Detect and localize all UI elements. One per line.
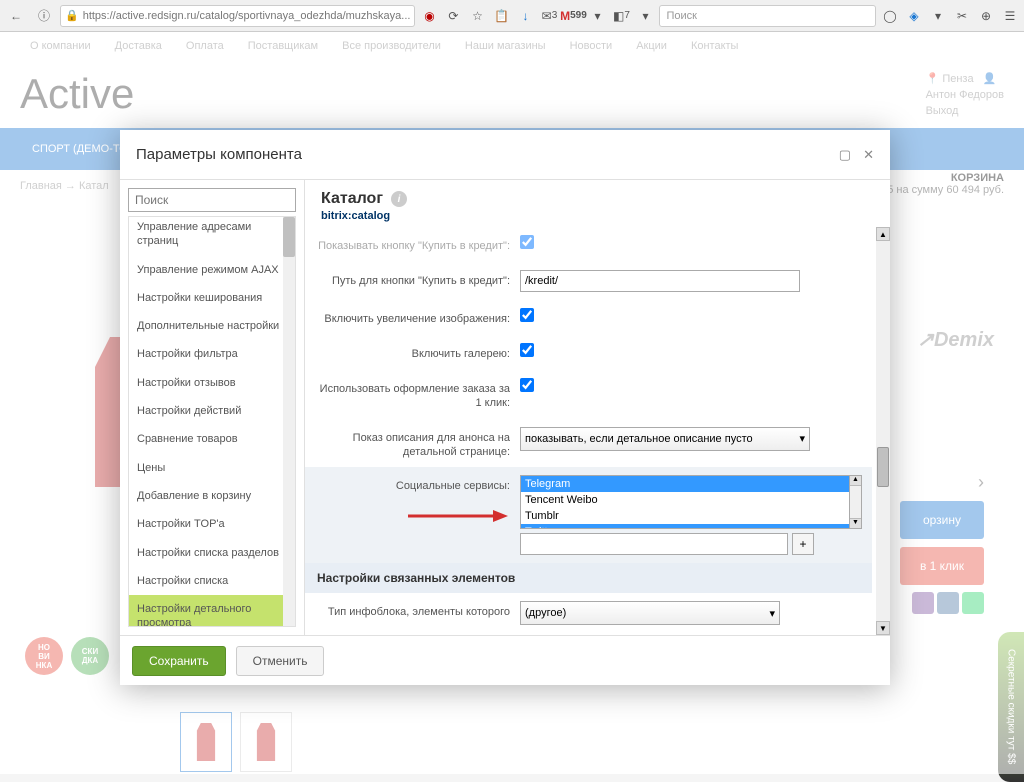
modal-footer: Сохранить Отменить [120,635,890,685]
browser-search[interactable]: Поиск [659,5,876,27]
credit-path-input[interactable] [520,270,800,292]
ublock-icon[interactable]: ◉ [419,6,439,26]
field-label: Включить галерею: [315,343,510,361]
option-telegram[interactable]: Telegram [521,476,849,492]
component-settings-modal: Параметры компонента ▢ ✕ Управление адре… [120,130,890,685]
option-tencent[interactable]: Tencent Weibo [521,492,849,508]
bookmark-icon[interactable]: ☆ [467,6,487,26]
anons-select[interactable]: показывать, если детальное описание пуст… [520,427,810,451]
sidebar-item[interactable]: Дополнительные настройки [129,312,295,340]
field-label: Показ описания для анонса на детальной с… [315,427,510,460]
sidebar-item[interactable]: Цены [129,454,295,482]
modal-content: Каталог i bitrix:catalog Показывать кноп… [305,180,890,635]
url-text: https://active.redsign.ru/catalog/sporti… [83,10,411,22]
sidebar-item[interactable]: Добавление в корзину [129,482,295,510]
field-label: Тип инфоблока, элементы которого [315,601,510,619]
multiselect-scrollbar[interactable]: ▲ ▼ [850,475,862,529]
modal-titlebar: Параметры компонента ▢ ✕ [120,130,890,180]
close-icon[interactable]: ✕ [863,147,874,163]
field-label: Включить увеличение изображения: [315,308,510,326]
cancel-button[interactable]: Отменить [236,646,325,676]
annotation-arrow [408,506,508,526]
download-icon[interactable]: ↓ [515,6,535,26]
maximize-icon[interactable]: ▢ [839,147,851,163]
sidebar-list: Управление адресами страниц Управление р… [128,216,296,627]
content-title: Каталог i [321,190,874,208]
credit-btn-checkbox[interactable] [520,235,534,249]
sidebar-item[interactable]: Управление адресами страниц [129,216,295,256]
field-label: Использовать оформление заказа за 1 клик… [315,378,510,411]
mail-icon[interactable]: ✉3 [539,6,559,26]
sidebar-item[interactable]: Управление режимом AJAX [129,256,295,284]
field-label: Показывать кнопку "Купить в кредит": [315,235,510,253]
sidebar-item[interactable]: Настройки фильтра [129,340,295,368]
sidebar-item[interactable]: Настройки TOP'а [129,510,295,538]
url-bar[interactable]: 🔒 https://active.redsign.ru/catalog/spor… [60,5,415,27]
content-subtitle: bitrix:catalog [321,210,874,222]
reload-icon[interactable]: ⟳ [443,6,463,26]
ext2-icon[interactable]: ◈ [904,6,924,26]
zoom-checkbox[interactable] [520,308,534,322]
gallery-checkbox[interactable] [520,343,534,357]
dropdown-icon[interactable]: ▾ [587,6,607,26]
option-tumblr[interactable]: Tumblr [521,508,849,524]
gmail-icon[interactable]: M599 [563,6,583,26]
oneclick-checkbox[interactable] [520,378,534,392]
sidebar-item[interactable]: Настройки списка разделов [129,539,295,567]
sidebar-item[interactable]: Сравнение товаров [129,425,295,453]
help-icon[interactable]: i [391,191,407,207]
menu-icon[interactable]: ☰ [1000,6,1020,26]
chevron-down-icon: ▾ [799,432,805,445]
infoblock-select[interactable]: (другое)▾ [520,601,780,625]
modal-title: Параметры компонента [136,146,839,163]
ext-icon[interactable]: ◧7 [611,6,631,26]
section-header: Настройки связанных элементов [305,563,872,593]
social-multiselect[interactable]: Telegram Tencent Weibo Tumblr Twitter [520,475,850,529]
field-label: Путь для кнопки "Купить в кредит": [315,270,510,288]
sidebar-item[interactable]: Настройки кеширования [129,284,295,312]
scroll-down-button[interactable]: ▼ [876,621,890,635]
field-label: Социальные сервисы: [315,475,510,493]
ext5-icon[interactable]: ⊕ [976,6,996,26]
scroll-thumb[interactable] [877,447,889,487]
dropdown2-icon[interactable]: ▾ [635,6,655,26]
content-scrollbar[interactable]: ▲ ▼ [876,227,890,635]
chevron-down-icon: ▾ [769,607,775,620]
sidebar-item[interactable]: Настройки списка [129,567,295,595]
ext3-icon[interactable]: ▾ [928,6,948,26]
settings-scroll-area: Показывать кнопку "Купить в кредит": Пут… [305,227,890,635]
chrome-icon[interactable]: ◯ [880,6,900,26]
social-add-input[interactable] [520,533,788,555]
sidebar-item[interactable]: Настройки действий [129,397,295,425]
scroll-up-button[interactable]: ▲ [876,227,890,241]
social-add-button[interactable]: + [792,533,814,555]
sidebar-scrollbar[interactable] [283,217,295,626]
browser-toolbar: ← ⓘ 🔒 https://active.redsign.ru/catalog/… [0,0,1024,32]
save-button[interactable]: Сохранить [132,646,226,676]
sidebar-item[interactable]: Настройки отзывов [129,369,295,397]
back-button[interactable]: ← [4,4,28,28]
sidebar-search-input[interactable] [128,188,296,212]
clipboard-icon[interactable]: 📋 [491,6,511,26]
option-twitter[interactable]: Twitter [521,524,849,528]
lock-icon: 🔒 [65,9,79,22]
info-icon[interactable]: ⓘ [32,4,56,28]
sidebar-item-active[interactable]: Настройки детального просмотра [129,595,295,627]
ext4-icon[interactable]: ✂ [952,6,972,26]
modal-sidebar: Управление адресами страниц Управление р… [120,180,305,635]
